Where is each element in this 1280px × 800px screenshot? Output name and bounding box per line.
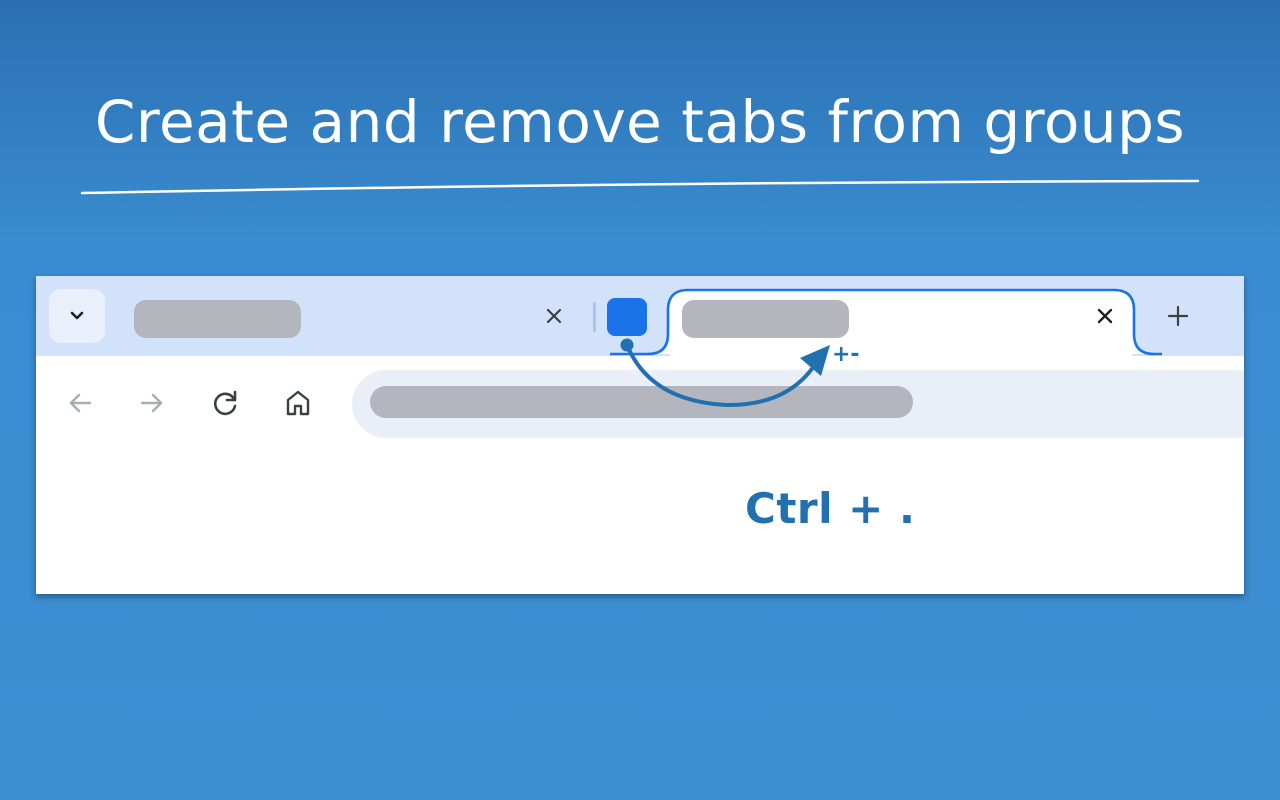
move-to-group-arrow: [620, 338, 830, 408]
headline: Create and remove tabs from groups: [94, 88, 1186, 156]
keyboard-shortcut-label: Ctrl + .: [745, 484, 916, 533]
plus-minus-label: +-: [832, 342, 860, 367]
headline-underline: [80, 179, 1200, 195]
browser-window: +- Ctrl + .: [36, 276, 1244, 594]
